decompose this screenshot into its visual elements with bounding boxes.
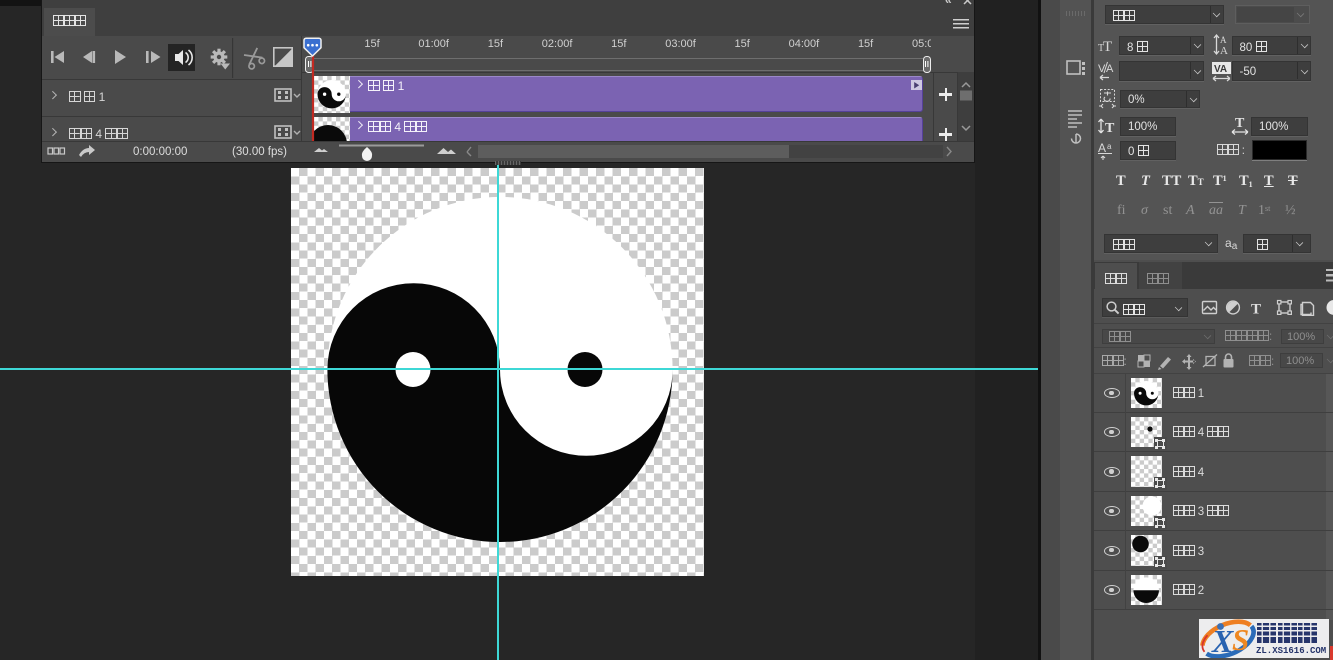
svg-text:a: a [1107, 142, 1112, 151]
svg-text:A: A [1220, 35, 1227, 45]
svg-text:T: T [1251, 302, 1261, 317]
svg-text:A: A [1106, 63, 1114, 75]
svg-text:S: S [1232, 622, 1249, 657]
svg-text:VA: VA [1214, 64, 1227, 75]
svg-text:T: T [1103, 39, 1112, 55]
svg-text:T: T [1105, 121, 1115, 136]
svg-text:A: A [1220, 45, 1228, 57]
svg-text:T: T [1235, 116, 1245, 131]
svg-text:A: A [1098, 141, 1106, 155]
